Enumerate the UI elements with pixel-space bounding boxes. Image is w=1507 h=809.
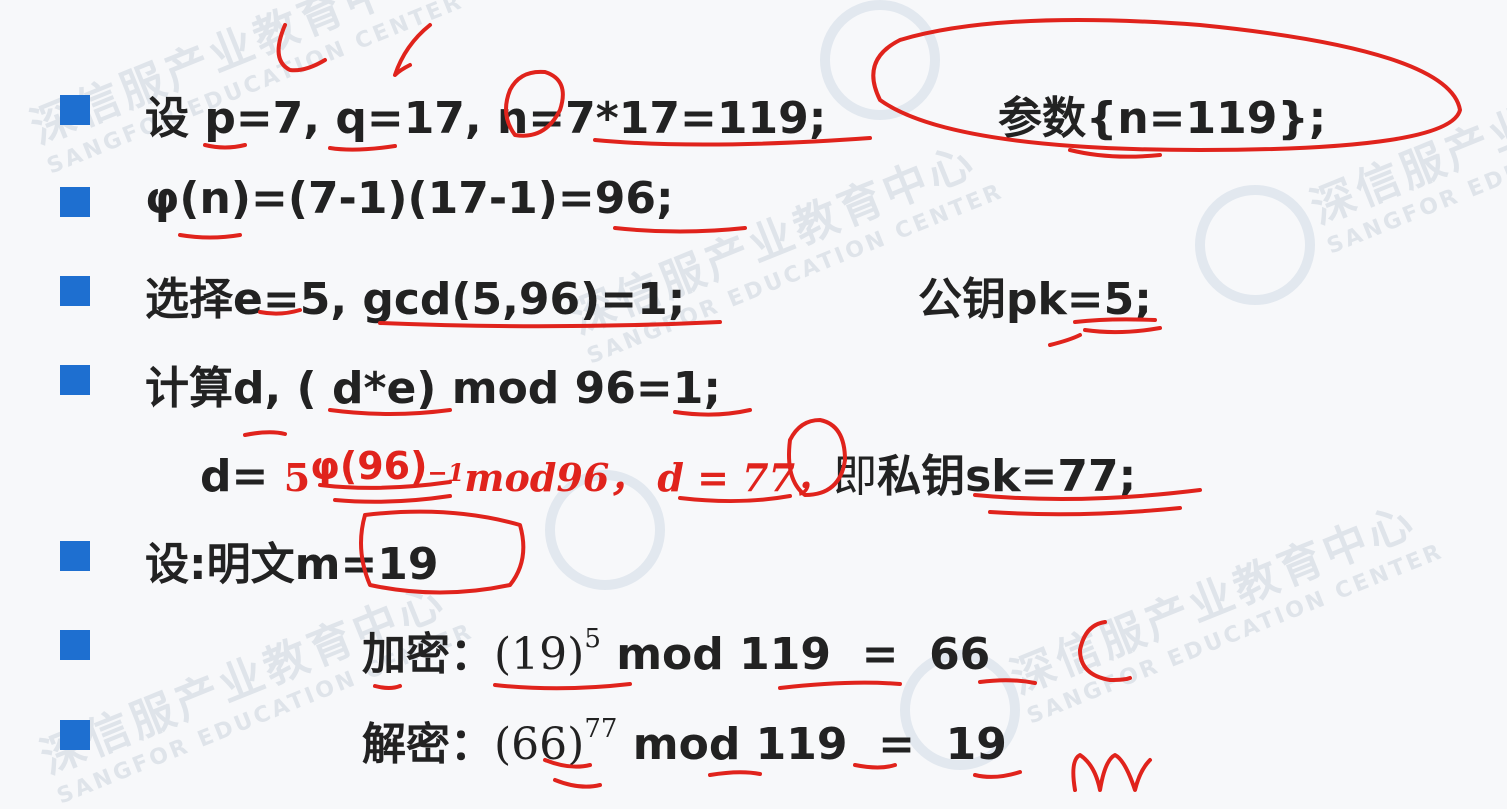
tick-mark xyxy=(393,23,432,77)
bullet-icon xyxy=(60,95,90,125)
suffix-ji: 即 xyxy=(833,451,878,502)
private-key: 私钥sk=77; xyxy=(877,451,1137,502)
formula-d: d = 77， xyxy=(657,455,834,500)
decrypt-base: (66) xyxy=(494,719,585,770)
decrypt-label: 解密： xyxy=(362,719,494,770)
watermark-logo xyxy=(1195,185,1315,305)
line-compute-d: 计算d, ( d*e) mod 96=1; xyxy=(145,363,721,414)
line-phi: φ(n)=(7-1)(17-1)=96; xyxy=(145,173,674,224)
formula-phi: φ(96) xyxy=(310,444,428,488)
tick-mark xyxy=(276,23,327,73)
line-params: 设 p=7, q=17, n=7*17=119; xyxy=(145,93,827,144)
line-encrypt: 加密：(19)5 mod 119 = 66 xyxy=(362,618,990,682)
line-d-formula: d= 5φ(96)−1mod96， d = 77，即私钥sk=77; xyxy=(200,440,1136,504)
formula-exp: −1 xyxy=(427,458,465,487)
bullet-icon xyxy=(60,187,90,217)
line-plaintext: 设:明文m=19 xyxy=(145,539,439,590)
c-mark xyxy=(1078,620,1132,682)
line-params-right: 参数{n=119}; xyxy=(998,93,1327,144)
formula-mod: mod96， xyxy=(464,455,648,500)
m-mark xyxy=(1071,753,1152,792)
bullet-icon xyxy=(60,541,90,571)
bullet-icon xyxy=(60,365,90,395)
bullet-icon xyxy=(60,630,90,660)
formula-base: 5 xyxy=(283,455,311,500)
watermark-logo xyxy=(820,0,940,120)
decrypt-rest: mod 119 = 19 xyxy=(617,719,1007,770)
encrypt-exp: 5 xyxy=(584,624,601,654)
encrypt-rest: mod 119 = 66 xyxy=(600,629,991,680)
decrypt-exp: 77 xyxy=(584,714,618,744)
bullet-icon xyxy=(60,720,90,750)
watermark: 深信服产业教育中心SANGFOR EDUCATION CENTER xyxy=(563,135,1008,370)
line-choose-e: 选择e=5, gcd(5,96)=1; xyxy=(145,274,686,325)
d-prefix: d= xyxy=(200,451,284,502)
encrypt-base: (19) xyxy=(494,629,585,680)
bullet-icon xyxy=(60,276,90,306)
watermark: 深信服产业教育中心SANGFOR EDUCATION CENTER xyxy=(1303,25,1507,260)
encrypt-label: 加密： xyxy=(362,629,494,680)
watermark: 深信服产业教育中心SANGFOR EDUCATION CENTER xyxy=(1003,495,1448,730)
line-decrypt: 解密：(66)77 mod 119 = 19 xyxy=(362,708,1007,772)
line-public-key: 公钥pk=5; xyxy=(918,274,1152,325)
